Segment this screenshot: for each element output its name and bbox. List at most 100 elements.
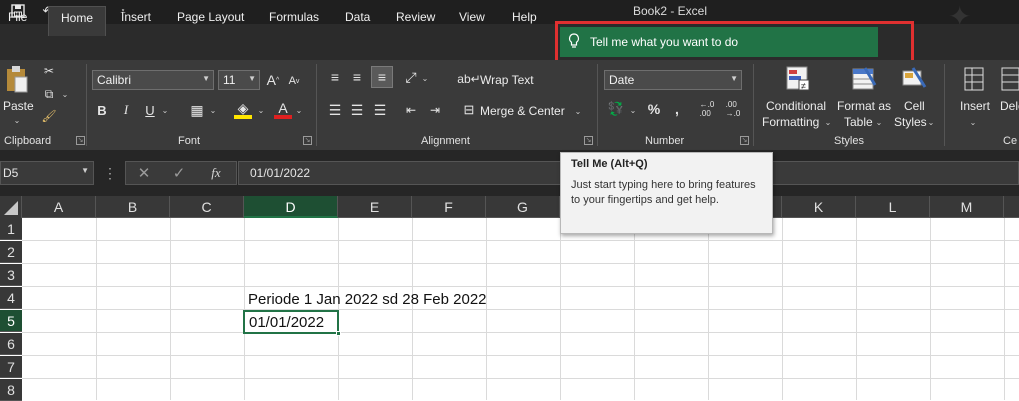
orientation-dropdown-icon[interactable]: ⌄ (420, 73, 430, 83)
cell-styles-dropdown-icon[interactable]: ⌄ (926, 117, 936, 127)
font-size-combo[interactable]: 11 ▼ (218, 70, 260, 90)
chevron-down-icon: ▼ (248, 74, 256, 83)
row-header-5[interactable]: 5 (0, 310, 22, 332)
tab-insert[interactable]: Insert (121, 10, 151, 24)
more-options-icon[interactable]: ⋮ (103, 164, 117, 182)
comma-style-icon[interactable]: , (670, 100, 684, 118)
select-all-icon (4, 201, 18, 215)
conditional-formatting-dropdown-icon[interactable]: ⌄ (823, 117, 833, 127)
tab-file[interactable]: File (8, 10, 27, 24)
decrease-decimal-icon[interactable]: .00 →.0 (723, 100, 743, 118)
accounting-dropdown-icon[interactable]: ⌄ (628, 105, 638, 115)
row-header-2[interactable]: 2 (0, 241, 22, 263)
underline-dropdown-icon[interactable]: ⌄ (160, 105, 170, 115)
enter-icon[interactable]: ✓ (170, 164, 188, 182)
merge-center-dropdown-icon[interactable]: ⌄ (573, 106, 583, 116)
column-header-c[interactable]: C (170, 196, 244, 218)
bottom-align-icon[interactable]: ≡ (371, 66, 393, 88)
copy-icon[interactable]: ⧉ (40, 86, 58, 102)
conditional-formatting-icon[interactable]: ≠ (784, 64, 812, 94)
tab-data[interactable]: Data (345, 10, 370, 24)
format-as-table-icon[interactable] (850, 64, 878, 94)
cell-styles-icon[interactable] (900, 64, 928, 94)
column-header-k[interactable]: K (782, 196, 856, 218)
cancel-icon[interactable]: ✕ (135, 164, 153, 182)
delete-cells-label[interactable]: Dele (1000, 99, 1019, 113)
tab-formulas[interactable]: Formulas (269, 10, 319, 24)
middle-align-icon[interactable]: ≡ (348, 68, 366, 86)
percent-style-icon[interactable]: % (645, 100, 663, 118)
bold-icon[interactable]: B (95, 101, 109, 119)
format-painter-icon[interactable]: 🖌 (40, 108, 58, 124)
tab-view[interactable]: View (459, 10, 485, 24)
italic-icon[interactable]: I (119, 101, 133, 119)
column-header-d[interactable]: D (244, 196, 338, 218)
number-format-combo[interactable]: Date ▼ (604, 70, 742, 90)
cell-d4[interactable]: Periode 1 Jan 2022 sd 28 Feb 2022 (248, 291, 487, 308)
paste-dropdown-icon[interactable]: ⌄ (12, 115, 22, 125)
align-left-icon[interactable]: ☰ (326, 101, 344, 119)
font-launcher-icon[interactable]: ↘ (303, 136, 312, 145)
column-header-m[interactable]: M (930, 196, 1004, 218)
orientation-icon[interactable]: ⤢ (402, 68, 420, 86)
tab-review[interactable]: Review (396, 10, 435, 24)
row-header-8[interactable]: 8 (0, 379, 22, 401)
insert-cells-dropdown-icon[interactable]: ⌄ (968, 117, 978, 127)
paste-label[interactable]: Paste (3, 99, 34, 113)
number-launcher-icon[interactable]: ↘ (740, 136, 749, 145)
merge-center-icon[interactable]: ⊟ (460, 101, 478, 119)
increase-indent-icon[interactable]: ⇥ (426, 101, 444, 119)
conditional-formatting-label-2[interactable]: Formatting (762, 115, 819, 129)
format-as-table-label-2[interactable]: Table (844, 115, 873, 129)
insert-cells-label[interactable]: Insert (960, 99, 990, 113)
row-header-6[interactable]: 6 (0, 333, 22, 355)
row-header-1[interactable]: 1 (0, 218, 22, 240)
column-header-g[interactable]: G (486, 196, 560, 218)
fill-color-dropdown-icon[interactable]: ⌄ (256, 105, 266, 115)
increase-decimal-icon[interactable]: ←.0.00 (697, 100, 717, 118)
column-header-f[interactable]: F (412, 196, 486, 218)
row-header-4[interactable]: 4 (0, 287, 22, 309)
tab-home[interactable]: Home (48, 6, 107, 36)
fill-handle[interactable] (336, 331, 341, 336)
insert-cells-icon[interactable] (962, 64, 986, 94)
clipboard-launcher-icon[interactable]: ↘ (76, 136, 85, 145)
accounting-format-icon[interactable]: 💱 (606, 100, 626, 118)
insert-function-icon[interactable]: fx (206, 164, 226, 182)
cell-styles-label-2[interactable]: Styles (894, 115, 927, 129)
borders-dropdown-icon[interactable]: ⌄ (208, 105, 218, 115)
alignment-launcher-icon[interactable]: ↘ (584, 136, 593, 145)
tab-page-layout[interactable]: Page Layout (177, 10, 244, 24)
copy-dropdown-icon[interactable]: ⌄ (60, 89, 70, 99)
column-header-e[interactable]: E (338, 196, 412, 218)
align-center-icon[interactable]: ☰ (348, 101, 366, 119)
top-align-icon[interactable]: ≡ (326, 68, 344, 86)
decrease-indent-icon[interactable]: ⇤ (402, 101, 420, 119)
tab-help[interactable]: Help (512, 10, 537, 24)
increase-font-size-icon[interactable]: A ^ (264, 70, 282, 90)
cut-icon[interactable]: ✂ (40, 63, 58, 79)
row-header-3[interactable]: 3 (0, 264, 22, 286)
format-as-table-dropdown-icon[interactable]: ⌄ (874, 117, 884, 127)
wrap-text-label[interactable]: Wrap Text (480, 73, 534, 87)
cell-d5[interactable]: 01/01/2022 (249, 314, 324, 331)
column-header-l[interactable]: L (856, 196, 930, 218)
column-header-a[interactable]: A (22, 196, 96, 218)
delete-cells-icon[interactable] (1000, 64, 1019, 94)
name-box[interactable]: D5 ▼ (0, 161, 94, 185)
font-name-combo[interactable]: Calibri ▼ (92, 70, 214, 90)
cell-styles-label-1[interactable]: Cell (904, 99, 925, 113)
underline-icon[interactable]: U (143, 101, 157, 119)
column-header-b[interactable]: B (96, 196, 170, 218)
format-as-table-label-1[interactable]: Format as (837, 99, 891, 113)
merge-center-label[interactable]: Merge & Center (480, 104, 565, 118)
decrease-font-size-icon[interactable]: Av (286, 72, 302, 90)
row-header-7[interactable]: 7 (0, 356, 22, 378)
align-right-icon[interactable]: ☰ (371, 101, 389, 119)
wrap-text-icon[interactable]: ab↵ (457, 70, 480, 88)
paste-icon[interactable] (4, 64, 30, 96)
conditional-formatting-label-1[interactable]: Conditional (766, 99, 826, 113)
divider (944, 64, 945, 146)
font-color-dropdown-icon[interactable]: ⌄ (294, 105, 304, 115)
borders-icon[interactable]: ▦ (188, 101, 206, 119)
